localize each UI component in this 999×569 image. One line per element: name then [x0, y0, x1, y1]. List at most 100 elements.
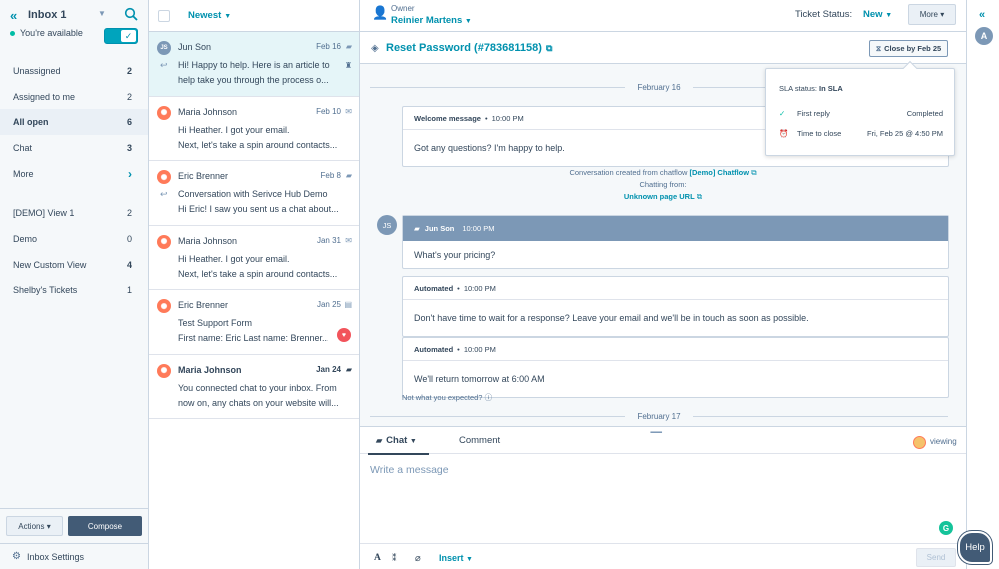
view-new-custom-view[interactable]: New Custom View 4: [0, 252, 148, 278]
conversation-preview: Test Support Form: [178, 318, 253, 328]
conversation-date: Feb 16: [316, 42, 341, 51]
viewer-avatar: [913, 436, 926, 449]
date-divider: February 17: [370, 411, 949, 421]
form-icon: ▤: [344, 300, 352, 309]
message-body: Don't have time to wait for a response? …: [414, 313, 809, 323]
conversation-preview: Hi Eric! I saw you sent us a chat about.…: [178, 204, 339, 214]
inbox-settings-link[interactable]: ⚙ Inbox Settings: [0, 543, 149, 569]
reply-icon: ↩: [160, 60, 168, 70]
sla-row-label: Time to close: [797, 129, 842, 138]
grammarly-icon[interactable]: G: [939, 521, 953, 535]
tab-comment[interactable]: Comment: [459, 435, 500, 446]
ticket-title-link[interactable]: Reset Password (#783681158) ⧉: [386, 42, 552, 54]
external-link-icon: ⧉: [545, 43, 553, 53]
view-more[interactable]: More ›: [0, 161, 148, 187]
sort-dropdown[interactable]: Newest ▼: [188, 10, 231, 21]
page-url-link[interactable]: Unknown page URL: [624, 192, 695, 201]
send-button[interactable]: Send: [916, 548, 956, 567]
check-icon: ✓: [779, 109, 786, 118]
view-label: Shelby's Tickets: [13, 285, 78, 296]
not-expected-label: Not what you expected?: [402, 393, 483, 402]
inbox-title[interactable]: Inbox 1: [28, 9, 67, 21]
sidebar-header: « Inbox 1 ▼ You're available ✓: [0, 0, 148, 56]
view-demo[interactable]: Demo 0: [0, 226, 148, 252]
actions-button[interactable]: Actions ▾: [6, 516, 63, 536]
view-shelbys-tickets[interactable]: Shelby's Tickets 1: [0, 278, 148, 304]
hubspot-avatar-icon: ✺: [157, 170, 171, 184]
sla-popover: SLA status: In SLA ✓ First reply Completed…: [765, 60, 955, 156]
conversation-item[interactable]: JS Jun Son Feb 16 ▰ ↩ Hi! Happy to help.…: [149, 32, 359, 97]
view-unassigned[interactable]: Unassigned 2: [0, 58, 148, 84]
not-expected-link[interactable]: Not what you expected? ⓘ: [402, 392, 492, 403]
caret-down-icon: ▼: [885, 12, 893, 19]
text-format-icon[interactable]: A: [374, 553, 381, 563]
view-label: Unassigned: [13, 65, 61, 76]
conversation-preview: Next, let's take a spin around contacts.…: [178, 268, 338, 279]
chatflow-link[interactable]: [Demo] Chatflow: [690, 168, 750, 177]
more-button[interactable]: More ▾: [908, 4, 956, 25]
conversation-preview: Hi Heather. I got your email.: [178, 253, 290, 264]
app: « Inbox 1 ▼ You're available ✓ Unassigne…: [0, 0, 999, 569]
composer-tabs: ▪▪▪▪▪▪▪▪▪▪ ▰ Chat ▼ Comment viewing: [360, 427, 966, 455]
chatting-from-label: Chatting from:: [639, 180, 687, 189]
search-icon[interactable]: [124, 7, 138, 21]
select-all-checkbox[interactable]: [158, 9, 170, 22]
inbox-settings-label: Inbox Settings: [26, 551, 85, 562]
list-header: Newest ▼: [149, 0, 359, 32]
chevron-right-icon: ›: [128, 166, 132, 181]
date-label: February 16: [637, 82, 681, 92]
conversation-item[interactable]: ✺ Eric Brenner Feb 8 ▰ ↩ Conversation wi…: [149, 161, 359, 226]
conversation-preview: First name: Eric Last name: Brenner...: [178, 333, 328, 343]
tab-chat[interactable]: ▰ Chat ▼: [368, 435, 429, 455]
conversation-item[interactable]: ✺ Maria Johnson Jan 31 ✉ Hi Heather. I g…: [149, 226, 359, 290]
sidebar-actions-bar: Actions ▾ Compose: [0, 508, 149, 543]
conversation-name: Maria Johnson: [178, 364, 242, 375]
conversation-preview: Hi! Happy to help. Here is an article to: [178, 60, 330, 70]
right-rail: « A: [966, 0, 999, 569]
view-chat[interactable]: Chat 3: [0, 135, 148, 161]
availability-toggle[interactable]: ✓: [104, 28, 138, 44]
created-text: Conversation created from chatflow: [569, 168, 688, 177]
conversation-preview: now on, any chats on your website will..…: [178, 397, 339, 408]
sla-status: SLA status: In SLA: [779, 84, 843, 93]
double-chevron-left-icon[interactable]: «: [10, 8, 28, 23]
compose-button[interactable]: Compose: [68, 516, 142, 536]
message-time: 10:00 PM: [463, 344, 496, 354]
help-button[interactable]: Help: [958, 531, 992, 564]
inbox-switch-caret-icon[interactable]: ▼: [98, 9, 106, 18]
close-by-button[interactable]: ⧖ Close by Feb 25: [869, 40, 948, 57]
view-all-open[interactable]: All open 6: [0, 109, 148, 136]
conversation-item[interactable]: ✺ Maria Johnson Feb 10 ✉ Hi Heather. I g…: [149, 97, 359, 161]
ticket-status-dropdown[interactable]: New ▼: [863, 9, 892, 20]
double-chevron-left-icon[interactable]: «: [979, 9, 985, 21]
hubspot-avatar-icon: ✺: [157, 105, 171, 120]
external-link-icon: ⧉: [696, 192, 703, 201]
conversation-item[interactable]: ✺ Maria Johnson Jan 24 ▰ You connected c…: [149, 355, 359, 419]
resize-handle-icon[interactable]: ▪▪▪▪▪▪▪▪▪▪: [650, 430, 662, 436]
snippet-icon[interactable]: ⁑: [392, 553, 397, 564]
caret-down-icon: ▼: [224, 13, 232, 20]
owner-label: Owner: [391, 4, 415, 13]
unassigned-badge-icon: ♥: [337, 328, 351, 342]
conversation-name: Maria Johnson: [178, 235, 238, 246]
automated-message: Automated • 10:00 PM Don't have time to wa…: [402, 276, 949, 337]
conversation-preview: help take you through the process o...: [178, 75, 329, 85]
message-sender: Automated: [414, 283, 454, 293]
conversation-item[interactable]: ✺ Eric Brenner Jan 25 ▤ Test Support For…: [149, 290, 359, 355]
avatar: JS: [157, 41, 171, 55]
message-header: Automated • 10:00 PM: [403, 277, 948, 300]
sla-status-value: In SLA: [819, 84, 843, 93]
conversation-preview: Conversation with Serivce Hub Demo: [178, 189, 328, 199]
composer: ▪▪▪▪▪▪▪▪▪▪ ▰ Chat ▼ Comment viewing Write…: [360, 426, 966, 569]
message-sender: Welcome message: [414, 113, 481, 123]
insert-dropdown[interactable]: Insert ▼: [439, 553, 473, 563]
view-assigned-to-me[interactable]: Assigned to me 2: [0, 84, 148, 110]
sla-row-label: First reply: [797, 109, 830, 118]
owner-dropdown[interactable]: Reinier Martens ▼: [391, 15, 472, 26]
view-count: 2: [126, 208, 132, 219]
message-input[interactable]: Write a message: [370, 464, 449, 476]
attachment-icon[interactable]: ⌀: [415, 553, 421, 564]
conversation-name: Jun Son: [178, 42, 212, 52]
contact-avatar[interactable]: A: [975, 27, 993, 45]
view-demo-view-1[interactable]: [DEMO] View 1 2: [0, 200, 148, 226]
